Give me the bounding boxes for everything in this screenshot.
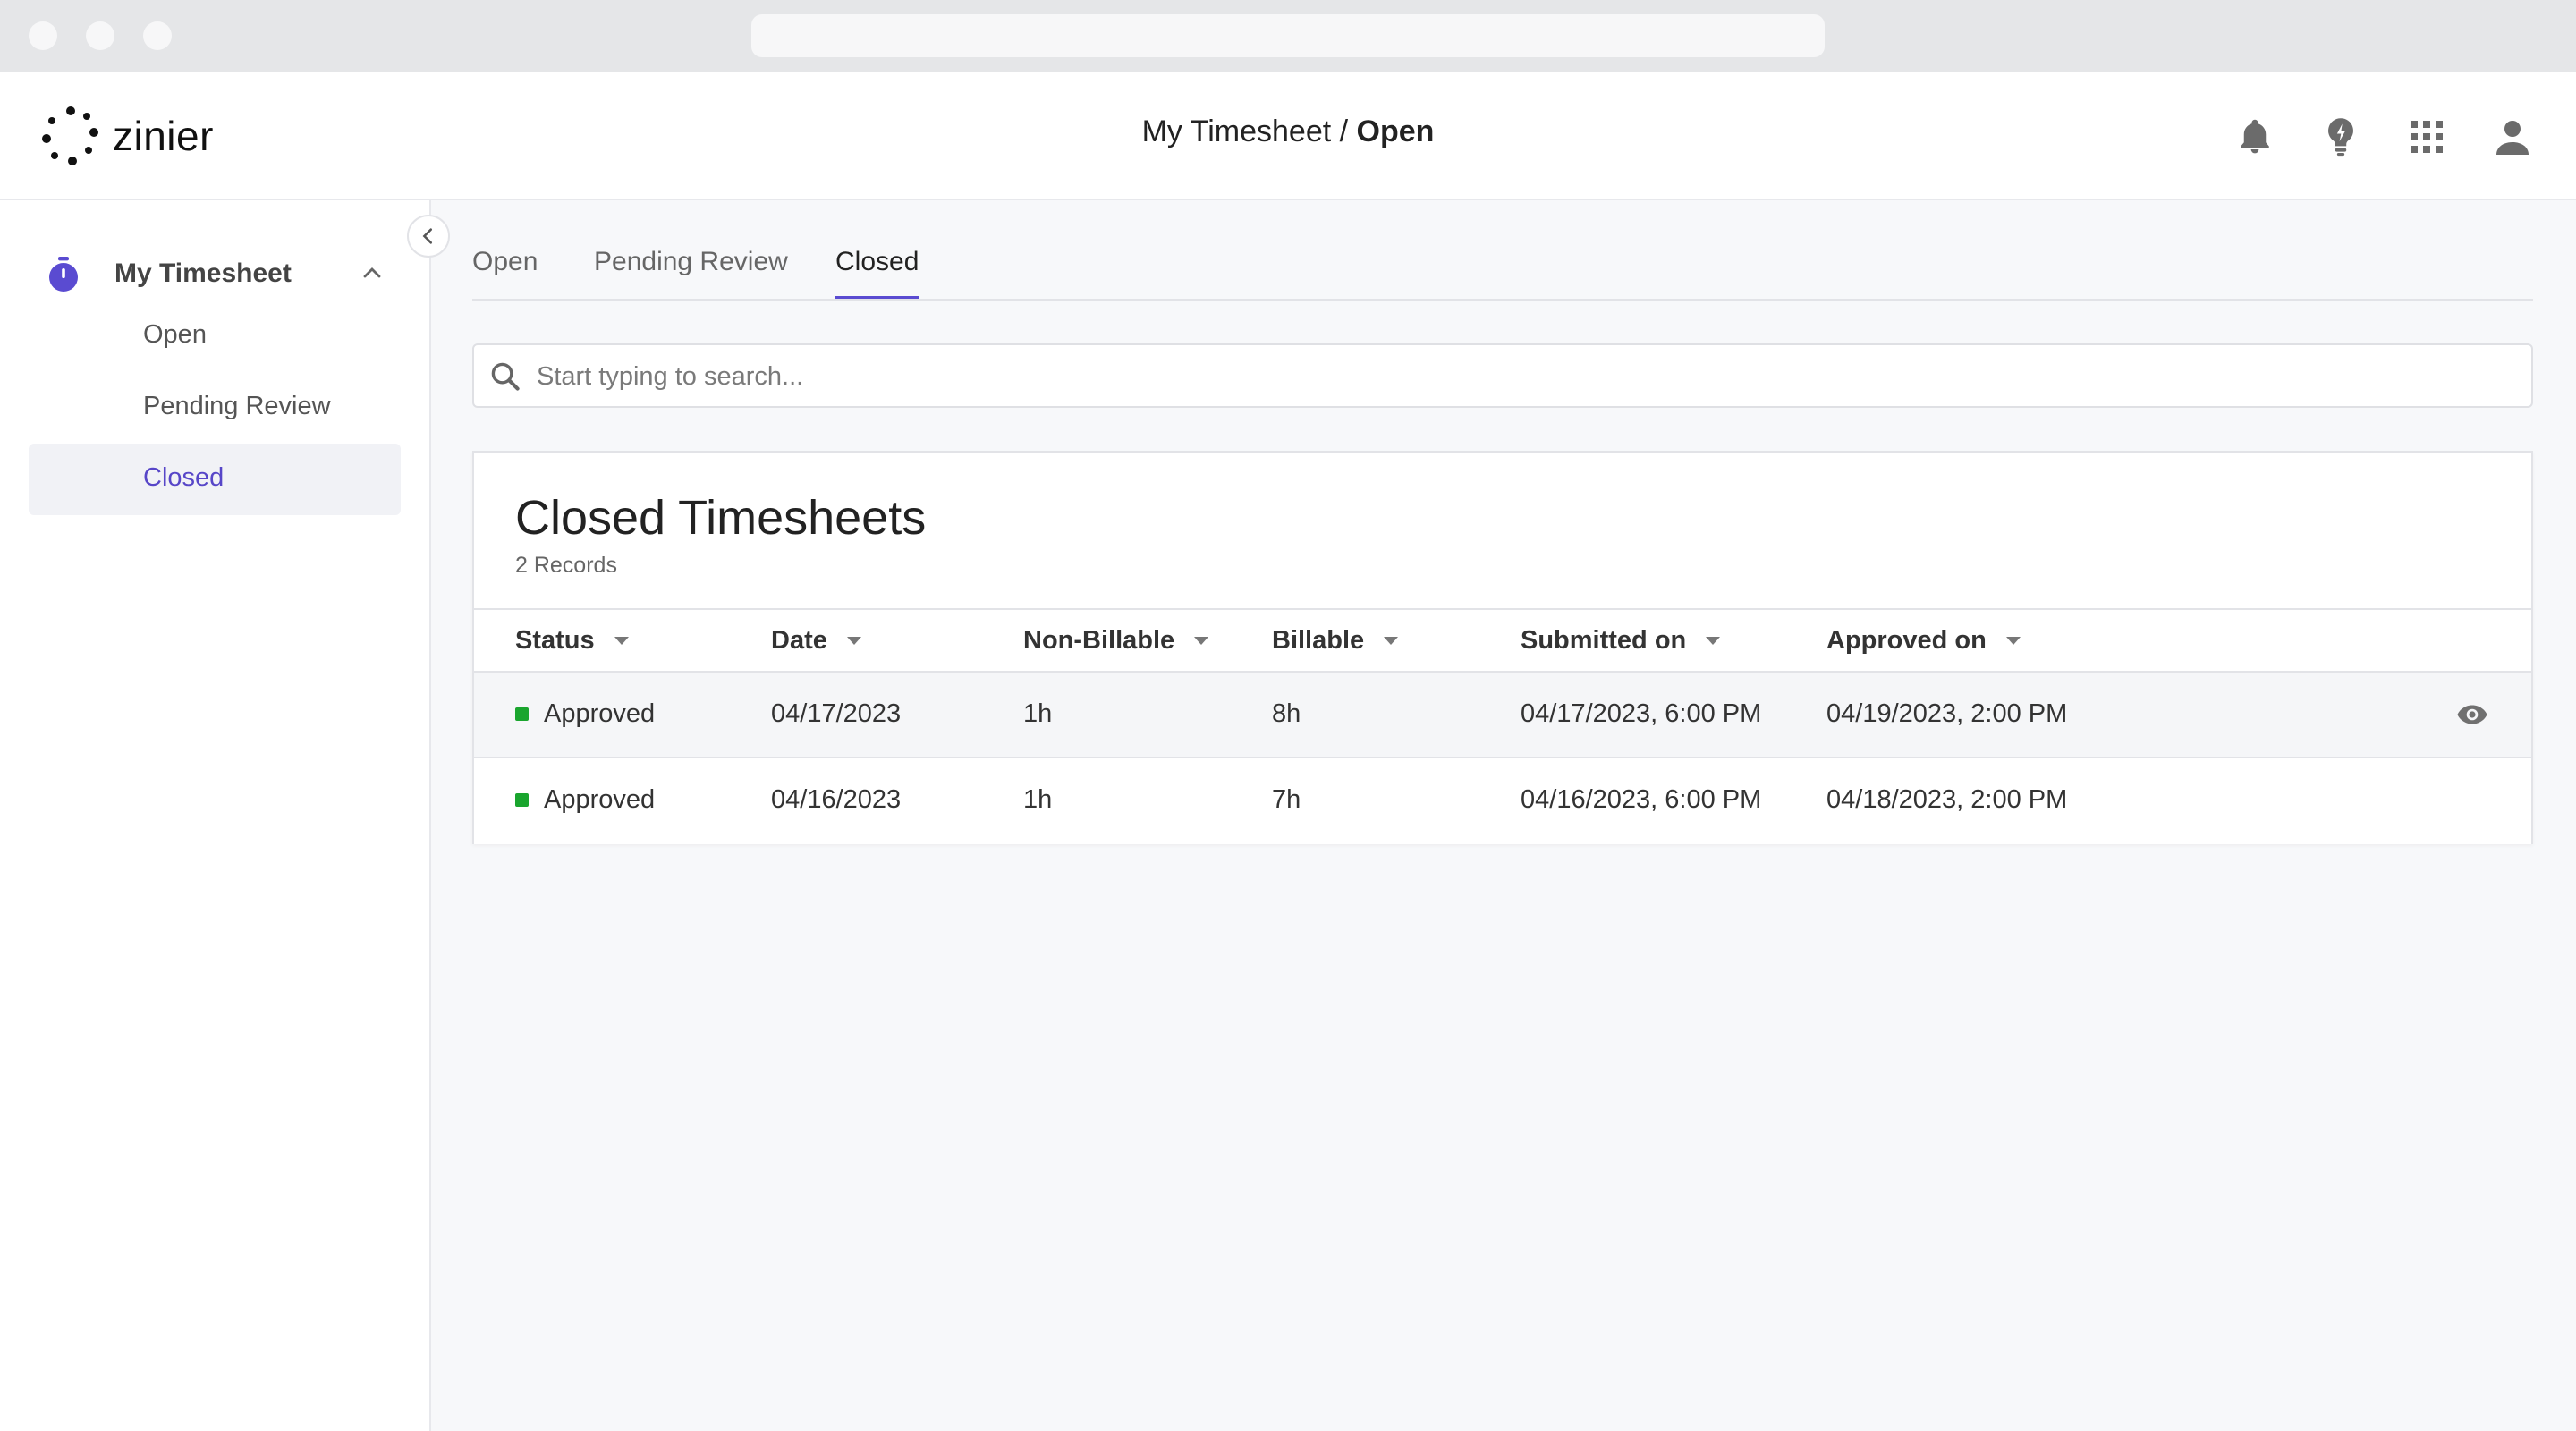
- table-row[interactable]: Approved 04/17/2023 1h 8h 04/17/2023, 6:…: [474, 673, 2531, 758]
- column-label: Submitted on: [1521, 626, 1687, 655]
- sidebar-group-my-timesheet[interactable]: My Timesheet: [0, 241, 431, 305]
- view-eye-icon[interactable]: [2456, 703, 2488, 731]
- app-header: zinier My Timesheet / Open: [0, 72, 2576, 200]
- date-cell: 04/17/2023: [771, 699, 902, 728]
- status-text: Approved: [544, 699, 656, 728]
- tab-pending-review[interactable]: Pending Review: [594, 247, 788, 299]
- sort-caret-icon: [614, 637, 629, 645]
- status-cell: Approved: [515, 699, 655, 729]
- column-label: Billable: [1272, 626, 1365, 655]
- page-title-prefix: My Timesheet /: [1141, 114, 1357, 148]
- status-indicator: [515, 793, 529, 807]
- submitted-on-cell: 04/17/2023, 6:00 PM: [1521, 699, 1762, 728]
- tab-closed[interactable]: Closed: [835, 247, 919, 299]
- billable-cell: 8h: [1272, 699, 1301, 728]
- sidebar-collapse-button[interactable]: [407, 215, 450, 258]
- column-label: Status: [515, 626, 595, 655]
- column-header-status[interactable]: Status: [515, 626, 629, 656]
- column-header-submitted-on[interactable]: Submitted on: [1521, 626, 1721, 656]
- sort-caret-icon: [1194, 637, 1209, 645]
- card-title: Closed Timesheets: [515, 491, 927, 545]
- date-cell: 04/16/2023: [771, 785, 902, 814]
- sort-caret-icon: [846, 637, 861, 645]
- chevron-left-icon: [422, 228, 433, 244]
- lightbulb-icon[interactable]: [2318, 114, 2363, 159]
- sort-caret-icon: [1706, 637, 1721, 645]
- table-row[interactable]: Approved 04/16/2023 1h 7h 04/16/2023, 6:…: [474, 758, 2531, 844]
- status-tabs: Open Pending Review Closed: [472, 227, 2533, 301]
- approved-on-cell: 04/18/2023, 2:00 PM: [1826, 785, 2068, 814]
- status-cell: Approved: [515, 785, 655, 815]
- table-header: Status Date Non-Billable Billable Submit…: [474, 608, 2531, 673]
- billable-cell: 7h: [1272, 785, 1301, 814]
- sidebar-item-label: Pending Review: [143, 392, 331, 420]
- non-billable-cell: 1h: [1023, 785, 1053, 814]
- page-title: My Timesheet / Open: [0, 114, 2576, 149]
- browser-chrome: [0, 0, 2576, 72]
- sidebar-item-pending-review[interactable]: Pending Review: [29, 372, 401, 444]
- window-minimize-button[interactable]: [86, 21, 114, 50]
- column-label: Approved on: [1826, 626, 1987, 655]
- non-billable-cell: 1h: [1023, 699, 1053, 728]
- column-label: Non-Billable: [1023, 626, 1175, 655]
- window-maximize-button[interactable]: [143, 21, 172, 50]
- column-header-date[interactable]: Date: [771, 626, 861, 656]
- sort-caret-icon: [2005, 637, 2021, 645]
- sidebar: My Timesheet Open Pending Review Closed: [0, 200, 431, 1431]
- sidebar-item-open[interactable]: Open: [29, 301, 401, 372]
- status-text: Approved: [544, 785, 656, 814]
- column-header-approved-on[interactable]: Approved on: [1826, 626, 2021, 656]
- column-label: Date: [771, 626, 827, 655]
- address-bar[interactable]: [751, 14, 1825, 57]
- sidebar-item-label: Open: [143, 320, 207, 349]
- apps-grid-icon[interactable]: [2404, 114, 2449, 159]
- search-icon: [490, 361, 521, 396]
- record-count: 2 Records: [515, 553, 617, 578]
- search-box: [472, 343, 2533, 408]
- chevron-up-icon[interactable]: [361, 262, 383, 288]
- window-close-button[interactable]: [29, 21, 57, 50]
- page-title-current: Open: [1356, 114, 1435, 148]
- sidebar-group-label: My Timesheet: [114, 258, 292, 288]
- search-input[interactable]: [537, 354, 2504, 399]
- status-indicator: [515, 707, 529, 721]
- bell-icon[interactable]: [2233, 114, 2277, 159]
- user-icon[interactable]: [2490, 114, 2535, 159]
- sidebar-item-label: Closed: [143, 463, 225, 492]
- column-header-billable[interactable]: Billable: [1272, 626, 1399, 656]
- submitted-on-cell: 04/16/2023, 6:00 PM: [1521, 785, 1762, 814]
- sidebar-item-closed[interactable]: Closed: [29, 444, 401, 515]
- closed-timesheets-card: Closed Timesheets 2 Records Status Date …: [472, 451, 2533, 844]
- stopwatch-icon: [47, 257, 80, 297]
- sort-caret-icon: [1384, 637, 1399, 645]
- approved-on-cell: 04/19/2023, 2:00 PM: [1826, 699, 2068, 728]
- column-header-non-billable[interactable]: Non-Billable: [1023, 626, 1209, 656]
- tab-open[interactable]: Open: [472, 247, 538, 299]
